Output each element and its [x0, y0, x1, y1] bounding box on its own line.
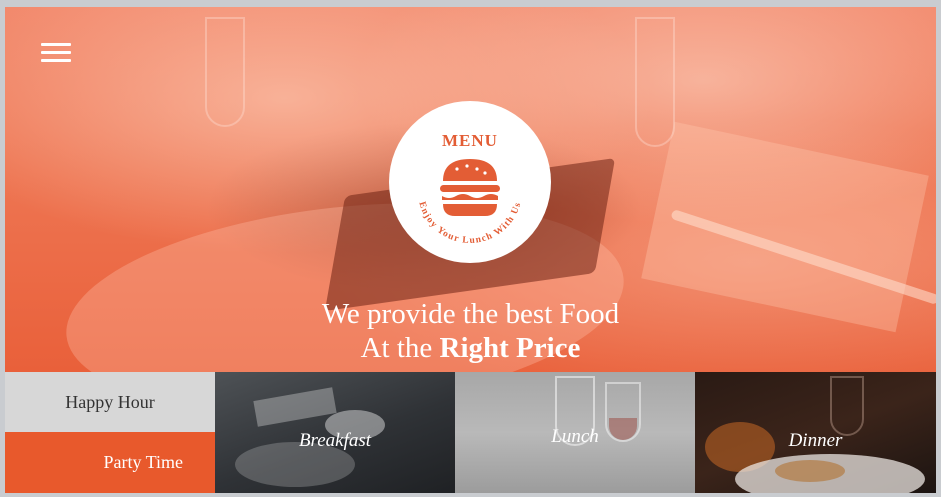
hero-line2-prefix: At the: [360, 332, 433, 364]
hero-banner: MENU Enjoy Your Lunch With Us We provide…: [5, 7, 936, 372]
tile-lunch-label: Lunch: [551, 426, 599, 447]
tile-breakfast[interactable]: Breakfast: [215, 372, 455, 493]
dinner-glass-shape: [830, 376, 864, 436]
menu-logo: MENU Enjoy Your Lunch With Us: [389, 101, 551, 263]
hero-background-glass: [635, 17, 675, 147]
tile-dinner[interactable]: Dinner: [695, 372, 936, 493]
page-frame: MENU Enjoy Your Lunch With Us We provide…: [5, 7, 936, 493]
burger-icon: Enjoy Your Lunch With Us: [416, 159, 522, 246]
hero-background-glass: [205, 17, 245, 127]
tab-party-time[interactable]: Party Time: [5, 432, 215, 493]
hero-headline: We provide the best Food At the Right Pr…: [5, 297, 936, 365]
category-row: Happy Hour Party Time Breakfast Lunch Di…: [5, 372, 936, 493]
hero-line1: We provide the best Food: [321, 298, 620, 330]
hero-line2: At the Right Price: [5, 331, 936, 365]
tile-breakfast-label: Breakfast: [298, 430, 372, 451]
hero-line2-bold: Right Price: [439, 332, 581, 364]
breakfast-napkin-shape: [253, 387, 337, 427]
tab-happy-hour[interactable]: Happy Hour: [5, 372, 215, 432]
hamburger-icon[interactable]: [41, 43, 71, 63]
tile-dinner-label: Dinner: [788, 430, 843, 451]
dinner-food-shape: [775, 460, 845, 482]
tile-lunch[interactable]: Lunch: [455, 372, 695, 493]
